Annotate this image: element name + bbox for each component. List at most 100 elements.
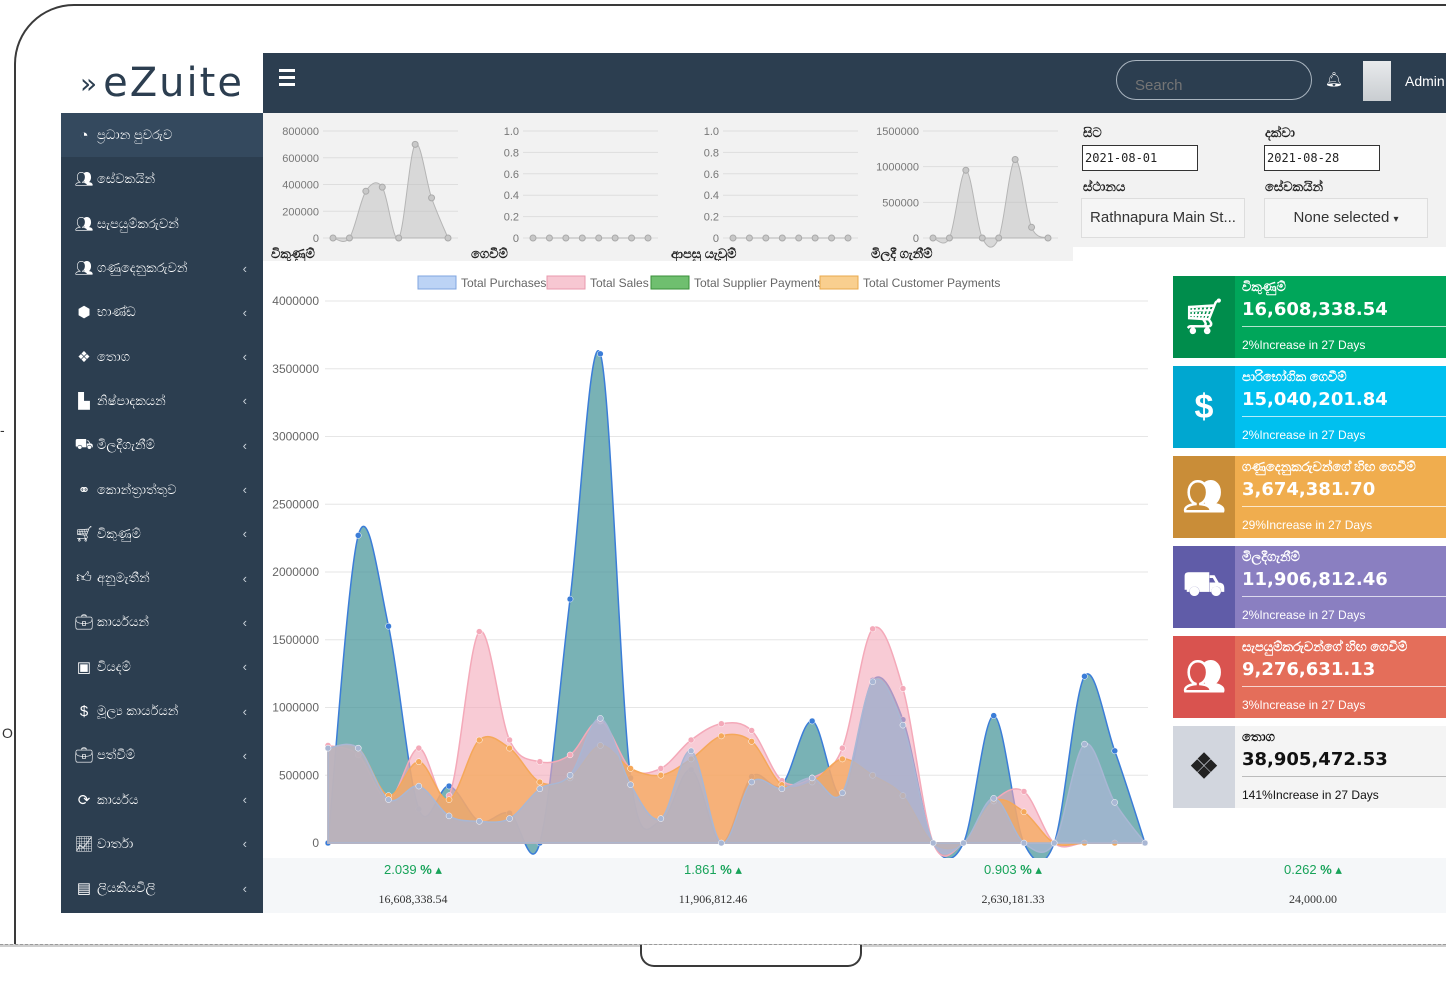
data-point — [566, 751, 574, 759]
sidebar-item[interactable]: ❖ තොග ‹ — [61, 334, 263, 378]
dashboard-icon: ◔ — [79, 126, 89, 144]
cubes-icon: ❖ — [1173, 726, 1235, 808]
handshake-icon: ⚭ — [77, 481, 91, 499]
footer-percent: 0.903 % ▴ — [863, 862, 1163, 878]
data-point — [808, 717, 816, 725]
tick-label: 0.8 — [504, 147, 519, 159]
data-point — [1020, 808, 1028, 816]
sidebar-item[interactable]: 🛒︎ විකුණුම් ‹ — [61, 512, 263, 556]
stat-card[interactable]: ❖ තොග 38,905,472.53 141%Increase in 27 Days — [1173, 726, 1446, 808]
tick-label: 2000000 — [272, 565, 319, 579]
sidebar-item[interactable]: 👥︎ සැපයුම්කරුවන් — [61, 202, 263, 246]
sidebar-item[interactable]: 👍︎ අනුමැතීන් ‹ — [61, 556, 263, 600]
sidebar: » eZuite ◔ ප්‍රධාන පුවරුව 👥︎ සේවකයින් 👥︎ සැපය… — [61, 53, 268, 913]
data-point — [657, 815, 665, 822]
bell-icon[interactable]: 🔔︎ — [1325, 71, 1343, 88]
cart-icon: 🛒︎ — [74, 525, 94, 543]
mini-point — [795, 234, 803, 242]
sidebar-item[interactable]: ▤ ලියකියවිලි ‹ — [61, 866, 263, 910]
sidebar-item-label: තොග — [97, 348, 130, 364]
logo[interactable]: » eZuite — [61, 53, 263, 113]
employees-label: සේවකයින් — [1265, 179, 1324, 194]
mini-point — [644, 234, 652, 242]
percent-sign: % — [720, 862, 732, 877]
data-point — [355, 744, 362, 752]
sidebar-item[interactable]: 👥︎ සේවකයින් — [61, 157, 263, 201]
tick-label: 1.0 — [704, 126, 719, 138]
mini-point — [378, 183, 386, 191]
sidebar-item[interactable]: $ මූල්‍ය කාර්යයන් ‹ — [61, 689, 263, 733]
cube-icon: ⬢ — [77, 304, 91, 322]
stat-card[interactable]: $ පාරිභෝගික ගෙවීම් 15,040,201.84 2%Increase… — [1173, 366, 1446, 448]
stat-card[interactable]: 🛒︎ විකුණුම් 16,608,338.54 2%Increase in 27 … — [1173, 276, 1446, 358]
sidebar-item[interactable]: ⟳ කාර්යය ‹ — [61, 777, 263, 821]
chevron-left-icon: ‹ — [242, 304, 247, 320]
mini-point — [978, 234, 986, 242]
mini-chart-title: මිලදී ගැනීම් — [871, 246, 933, 261]
legend-swatch — [650, 275, 690, 290]
footer-amount: 16,608,338.54 — [378, 892, 448, 906]
tick-label: 1500000 — [272, 633, 319, 647]
employees-select[interactable]: None selected ▾ — [1264, 198, 1428, 238]
search-input[interactable] — [1116, 60, 1312, 100]
truck-icon: ⛟ — [1173, 546, 1235, 628]
data-point — [929, 839, 937, 847]
sidebar-item[interactable]: ⬢ භාණ්ඩ ‹ — [61, 290, 263, 334]
users-icon: 👥︎ — [74, 215, 94, 233]
sidebar-item-label: සේවකයින් — [97, 171, 156, 187]
to-date-input[interactable]: 2021-08-28 — [1264, 145, 1380, 171]
footer-stat: 0.262 % ▴ 24,000.00 — [1163, 858, 1446, 907]
stat-card-value: 16,608,338.54 — [1242, 299, 1388, 320]
mini-chart: 0 500000 1000000 1500000 මිලදී ගැනීම් — [871, 126, 1058, 263]
sidebar-item[interactable]: 💼︎ පත්වීම් ‹ — [61, 733, 263, 777]
user-name[interactable]: Admin — [1405, 73, 1445, 89]
tick-label: 0 — [513, 233, 519, 245]
dollar-icon: $ — [79, 702, 89, 720]
menu-toggle-icon[interactable] — [279, 69, 295, 87]
data-point — [536, 758, 544, 765]
stat-card[interactable]: 👥︎ සැපයුම්කරුවන්ගේ හිඟ ගෙවීම් 9,276,631.13… — [1173, 636, 1446, 718]
data-point — [687, 747, 695, 755]
sidebar-item[interactable]: 📈︎ වාර්තා ‹ — [61, 822, 263, 866]
stat-card[interactable]: 👥︎ ගණුදෙනුකරුවන්ගේ හිඟ ගෙවීම් 3,674,381.70… — [1173, 456, 1446, 538]
stat-card[interactable]: ⛟ මිලදීගැනීම් 11,906,812.46 2%Increase in 2… — [1173, 546, 1446, 628]
sidebar-item[interactable]: ⚭ කොන්ත්‍රාත්තුව ‹ — [61, 467, 263, 511]
from-date-input[interactable]: 2021-08-01 — [1082, 145, 1198, 171]
location-select[interactable]: Rathnapura Main St... — [1081, 198, 1245, 238]
data-point — [869, 678, 876, 686]
cart-icon: 🛒︎ — [1173, 276, 1235, 358]
briefcase-icon: 💼︎ — [74, 747, 94, 765]
tick-label: 1000000 — [272, 701, 319, 715]
mini-chart: 0 0.2 0.4 0.6 0.8 1.0 ආපසු යැවුම් — [671, 126, 858, 263]
mini-point — [329, 234, 337, 242]
stat-card-title: මිලදීගැනීම් — [1242, 549, 1300, 564]
stat-card-title: සැපයුම්කරුවන්ගේ හිඟ ගෙවීම් — [1242, 639, 1408, 654]
chevron-left-icon: ‹ — [242, 437, 247, 453]
tick-label: 0.4 — [504, 190, 519, 202]
tick-label: 3000000 — [272, 430, 319, 444]
data-point — [899, 685, 907, 692]
data-point — [566, 772, 574, 779]
data-point — [355, 532, 362, 539]
mini-point — [395, 234, 403, 242]
data-point — [445, 796, 453, 803]
sidebar-item[interactable]: ▣ වියදම් ‹ — [61, 645, 263, 689]
sidebar-item[interactable]: ◔ ප්‍රධාන පුවරුව — [61, 113, 263, 158]
sidebar-item[interactable]: 💼︎ කාර්යයන් ‹ — [61, 600, 263, 644]
line-chart-icon: 📈︎ — [74, 835, 94, 853]
tick-label: 0.6 — [704, 169, 719, 181]
data-point — [566, 595, 574, 603]
cubes-icon: ❖ — [77, 348, 91, 366]
dollar-icon: $ — [1173, 366, 1235, 448]
money-icon: ▣ — [76, 658, 92, 676]
mini-point — [995, 234, 1003, 242]
sidebar-item[interactable]: ⛟ මිලදීගැනීම් ‹ — [61, 423, 263, 467]
avatar[interactable] — [1363, 61, 1391, 101]
summary-chart-svg: 0 500000 1000000 1500000 2000000 2500000 30000… — [272, 275, 1149, 863]
chevron-left-icon: ‹ — [242, 659, 247, 675]
mini-area — [332, 143, 449, 242]
stat-card-progress — [1242, 776, 1446, 777]
sidebar-item[interactable]: ▙ නිෂ්පාදකයන් ‹ — [61, 379, 263, 423]
stat-card-progress — [1242, 686, 1446, 687]
sidebar-item[interactable]: 👥︎ ගණුදෙනුකරුවන් ‹ — [61, 246, 263, 290]
